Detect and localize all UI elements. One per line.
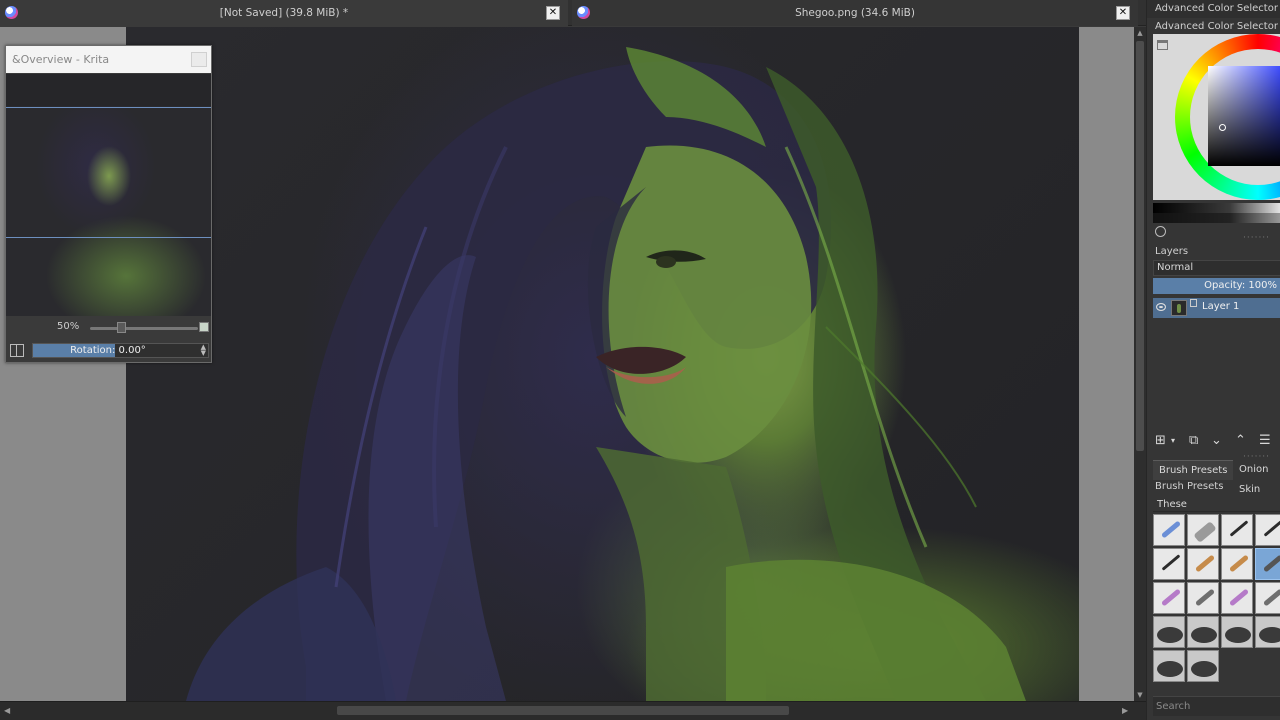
- brush-preset-selected[interactable]: [1255, 548, 1280, 580]
- color-wheel[interactable]: [1153, 34, 1280, 200]
- vertical-scrollbar[interactable]: ▲ ▼: [1134, 27, 1146, 701]
- scroll-up-icon[interactable]: ▲: [1136, 29, 1144, 37]
- layer-toolbar: ⊞ ▾ ⧉ ⌄ ⌃ ☰: [1153, 432, 1280, 450]
- saturation-value-square[interactable]: [1208, 66, 1280, 166]
- brush-preset-marker[interactable]: [1153, 582, 1185, 614]
- zoom-slider-handle[interactable]: [117, 322, 126, 333]
- document-tab-not-saved[interactable]: [Not Saved] (39.8 MiB) * ✕: [0, 0, 568, 26]
- scroll-down-icon[interactable]: ▼: [1136, 691, 1144, 699]
- rotation-spinbox[interactable]: Rotation: 0.00° ▲ ▼: [32, 343, 209, 358]
- brush-preset-bristles[interactable]: [1187, 616, 1219, 648]
- brush-preset-chalk[interactable]: [1221, 616, 1253, 648]
- krita-logo-icon: [5, 6, 18, 19]
- opacity-slider[interactable]: Opacity: 100%: [1153, 278, 1280, 294]
- brush-preset-eraser[interactable]: [1153, 514, 1185, 546]
- scroll-right-icon[interactable]: ▶: [1122, 706, 1131, 715]
- layer-row[interactable]: Layer 1: [1153, 298, 1280, 318]
- scroll-left-icon[interactable]: ◀: [4, 706, 13, 715]
- overview-titlebar[interactable]: &Overview - Krita: [6, 46, 211, 73]
- shade-row[interactable]: [1153, 213, 1280, 223]
- move-up-icon[interactable]: ⌃: [1235, 432, 1246, 450]
- tab-brush-presets[interactable]: Brush Presets: [1153, 460, 1234, 480]
- zoom-reset-button[interactable]: [199, 322, 209, 332]
- duplicate-layer-icon[interactable]: ⧉: [1189, 432, 1198, 450]
- rotation-row: Rotation: 0.00° ▲ ▼: [6, 342, 211, 360]
- close-icon[interactable]: ✕: [1116, 6, 1130, 20]
- acs-header: Advanced Color Selector: [1147, 0, 1280, 18]
- grip-dots-icon: ·······: [1243, 233, 1271, 243]
- document-tab-bar: [Not Saved] (39.8 MiB) * ✕ Shegoo.png (3…: [0, 0, 1146, 26]
- shade-selector[interactable]: [1153, 203, 1280, 223]
- document-tab-shegoo[interactable]: Shegoo.png (34.6 MiB) ✕: [572, 0, 1138, 26]
- layer-thumbnail: [1171, 300, 1187, 316]
- spin-arrows-icon[interactable]: ▲ ▼: [201, 344, 206, 357]
- brush-preset-sketch[interactable]: [1221, 548, 1253, 580]
- brush-preset-airbrush[interactable]: [1187, 514, 1219, 546]
- layer-properties-icon[interactable]: [1190, 299, 1197, 307]
- brush-preset-ink[interactable]: [1221, 514, 1253, 546]
- brush-preset-pen[interactable]: [1255, 514, 1280, 546]
- rotation-label: Rotation: 0.00°: [70, 345, 146, 356]
- layer-list-empty: [1153, 318, 1280, 428]
- krita-logo-icon: [577, 6, 590, 19]
- brush-preset-grid: [1153, 514, 1280, 688]
- tab-title: Shegoo.png (34.6 MiB): [795, 7, 915, 19]
- right-dock: Advanced Color Selector Advanced Color S…: [1146, 0, 1280, 720]
- mirror-icon[interactable]: [10, 344, 24, 357]
- brush-preset-wet[interactable]: [1221, 582, 1253, 614]
- tag-select[interactable]: These: [1153, 497, 1280, 512]
- acs-header-title: Advanced Color Selector: [1155, 3, 1278, 14]
- close-button[interactable]: [191, 52, 207, 67]
- chevron-down-icon[interactable]: ▾: [1171, 432, 1175, 450]
- brush-preset-foliage[interactable]: [1153, 650, 1185, 682]
- brush-preset-fineliner[interactable]: [1153, 548, 1185, 580]
- layers-title: Layers: [1155, 246, 1189, 257]
- horizontal-scrollbar[interactable]: ◀ ▶: [0, 701, 1146, 720]
- settings-icon[interactable]: [1157, 40, 1168, 50]
- brush-search-input[interactable]: Search: [1153, 696, 1280, 716]
- brush-preset-blender[interactable]: [1187, 582, 1219, 614]
- portrait-painting: [186, 47, 1026, 701]
- brush-presets-title: Brush Presets: [1155, 481, 1224, 492]
- blend-mode-select[interactable]: Normal: [1153, 260, 1280, 276]
- brush-preset-smudge[interactable]: [1255, 582, 1280, 614]
- scrollbar-thumb[interactable]: [337, 706, 789, 715]
- close-icon[interactable]: ✕: [546, 6, 560, 20]
- layer-name: Layer 1: [1202, 301, 1240, 312]
- overview-title: &Overview - Krita: [12, 53, 110, 66]
- layer-properties-icon[interactable]: ☰: [1259, 432, 1271, 450]
- brush-preset-sponge[interactable]: [1255, 616, 1280, 648]
- zoom-label: 50%: [57, 321, 80, 332]
- brush-preset-stamp[interactable]: [1187, 650, 1219, 682]
- tab-title: [Not Saved] (39.8 MiB) *: [219, 7, 349, 19]
- color-picker-handle[interactable]: [1219, 124, 1226, 131]
- brush-preset-texture[interactable]: [1153, 616, 1185, 648]
- viewport-frame[interactable]: [6, 107, 211, 238]
- zoom-slider[interactable]: [90, 327, 198, 330]
- painting-canvas[interactable]: [126, 27, 1079, 701]
- add-layer-icon[interactable]: ⊞: [1155, 432, 1166, 450]
- acs-title: Advanced Color Selector: [1155, 21, 1278, 32]
- krita-window: [Not Saved] (39.8 MiB) * ✕ Shegoo.png (3…: [0, 0, 1280, 720]
- brush-tabs: Brush Presets Onion Skin: [1153, 460, 1280, 495]
- brush-preset-pencil[interactable]: [1187, 548, 1219, 580]
- scrollbar-thumb[interactable]: [1136, 41, 1144, 451]
- zoom-row: 50%: [6, 318, 211, 338]
- tab-onion-skin[interactable]: Onion Skin: [1233, 460, 1280, 495]
- move-down-icon[interactable]: ⌄: [1211, 432, 1222, 450]
- overview-thumbnail[interactable]: [6, 74, 211, 316]
- eye-icon[interactable]: [1156, 303, 1166, 311]
- overview-docker: &Overview - Krita 50% Rotation: 0.00° ▲ ▼: [5, 45, 212, 363]
- color-history-icon[interactable]: [1155, 226, 1166, 237]
